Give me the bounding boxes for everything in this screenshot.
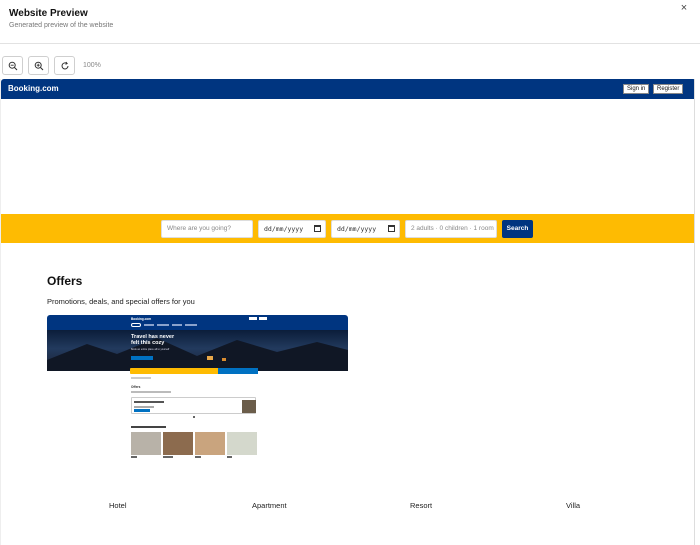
search-bar: Where are you going? dd/mm/yyyy dd/mm/yy… — [1, 214, 694, 243]
guests-selector[interactable]: 2 adults · 0 children · 1 room — [405, 220, 497, 238]
thumb-mountain-scene — [47, 338, 348, 371]
zoom-in-icon — [34, 61, 43, 70]
refresh-button[interactable] — [54, 56, 75, 75]
website-preview-modal: Website Preview Generated preview of the… — [0, 0, 700, 545]
checkin-date-input[interactable]: dd/mm/yyyy — [258, 220, 326, 238]
thumb-carousel-dot — [193, 416, 195, 418]
thumb-promo-title — [134, 401, 164, 403]
zoom-out-icon — [8, 61, 17, 70]
thumb-type-villas — [227, 432, 257, 455]
sign-in-button[interactable]: Sign in — [623, 84, 650, 94]
site-header: Booking.com Sign in Register — [1, 79, 694, 99]
register-button[interactable]: Register — [653, 84, 684, 94]
thumb-type-apartments — [163, 432, 193, 455]
thumb-offers-sub — [131, 391, 171, 393]
thumb-hero: Travel has never felt this cozy Book an … — [47, 330, 348, 371]
checkin-date-value: dd/mm/yyyy — [264, 225, 304, 233]
property-type-resort[interactable]: Resort — [410, 501, 432, 510]
close-button[interactable]: × — [678, 2, 690, 14]
thumb-hero-title-2: felt this cozy — [131, 340, 165, 346]
thumb-offers-title: Offers — [131, 385, 141, 389]
thumb-browse-title — [131, 426, 166, 428]
thumb-register — [259, 317, 267, 320]
thumb-promo-card — [131, 397, 256, 414]
offer-preview-image[interactable]: Booking.com Travel has never felt this c… — [47, 315, 348, 459]
calendar-icon — [314, 225, 321, 232]
thumb-type-label — [195, 456, 201, 458]
thumb-logo: Booking.com — [131, 317, 152, 321]
thumb-type-resorts — [195, 432, 225, 455]
thumb-type-label — [131, 456, 137, 458]
property-type-villa[interactable]: Villa — [566, 501, 580, 510]
site-logo[interactable]: Booking.com — [8, 84, 59, 93]
offers-subtitle: Promotions, deals, and special offers fo… — [47, 297, 195, 306]
destination-input[interactable]: Where are you going? — [161, 220, 253, 238]
calendar-icon — [388, 225, 395, 232]
property-type-apartment[interactable]: Apartment — [252, 501, 287, 510]
checkout-date-input[interactable]: dd/mm/yyyy — [331, 220, 400, 238]
thumb-tab — [131, 323, 141, 327]
checkout-date-value: dd/mm/yyyy — [337, 225, 377, 233]
thumb-tab — [144, 324, 154, 326]
modal-header: Website Preview Generated preview of the… — [0, 0, 700, 44]
refresh-icon — [61, 61, 68, 69]
modal-subtitle: Generated preview of the website — [9, 22, 114, 29]
thumb-tab — [157, 324, 169, 326]
thumb-hero-button — [131, 356, 153, 360]
modal-title: Website Preview — [9, 8, 88, 19]
thumb-promo-button — [134, 409, 150, 412]
thumb-type-label — [227, 456, 232, 458]
search-button[interactable]: Search — [502, 220, 533, 238]
thumb-tab — [172, 324, 182, 326]
thumb-tab — [185, 324, 197, 326]
thumb-promo-image — [242, 400, 256, 413]
thumb-hero-sub: Book an entire place all to yourself — [131, 348, 170, 351]
zoom-in-button[interactable] — [28, 56, 49, 75]
thumb-type-hotels — [131, 432, 161, 455]
thumb-header: Booking.com — [47, 315, 348, 330]
zoom-out-button[interactable] — [2, 56, 23, 75]
offers-title: Offers — [47, 274, 83, 288]
thumb-promo-text — [134, 406, 154, 408]
thumb-checkbox-row — [131, 377, 151, 379]
thumb-search-button — [218, 368, 258, 374]
preview-frame: Booking.com Sign in Register Where are y… — [0, 79, 695, 545]
preview-toolbar: 100% — [0, 56, 700, 76]
zoom-level: 100% — [83, 62, 101, 69]
property-type-hotel[interactable]: Hotel — [109, 501, 127, 510]
thumb-type-label — [163, 456, 173, 458]
thumb-signin — [249, 317, 257, 320]
